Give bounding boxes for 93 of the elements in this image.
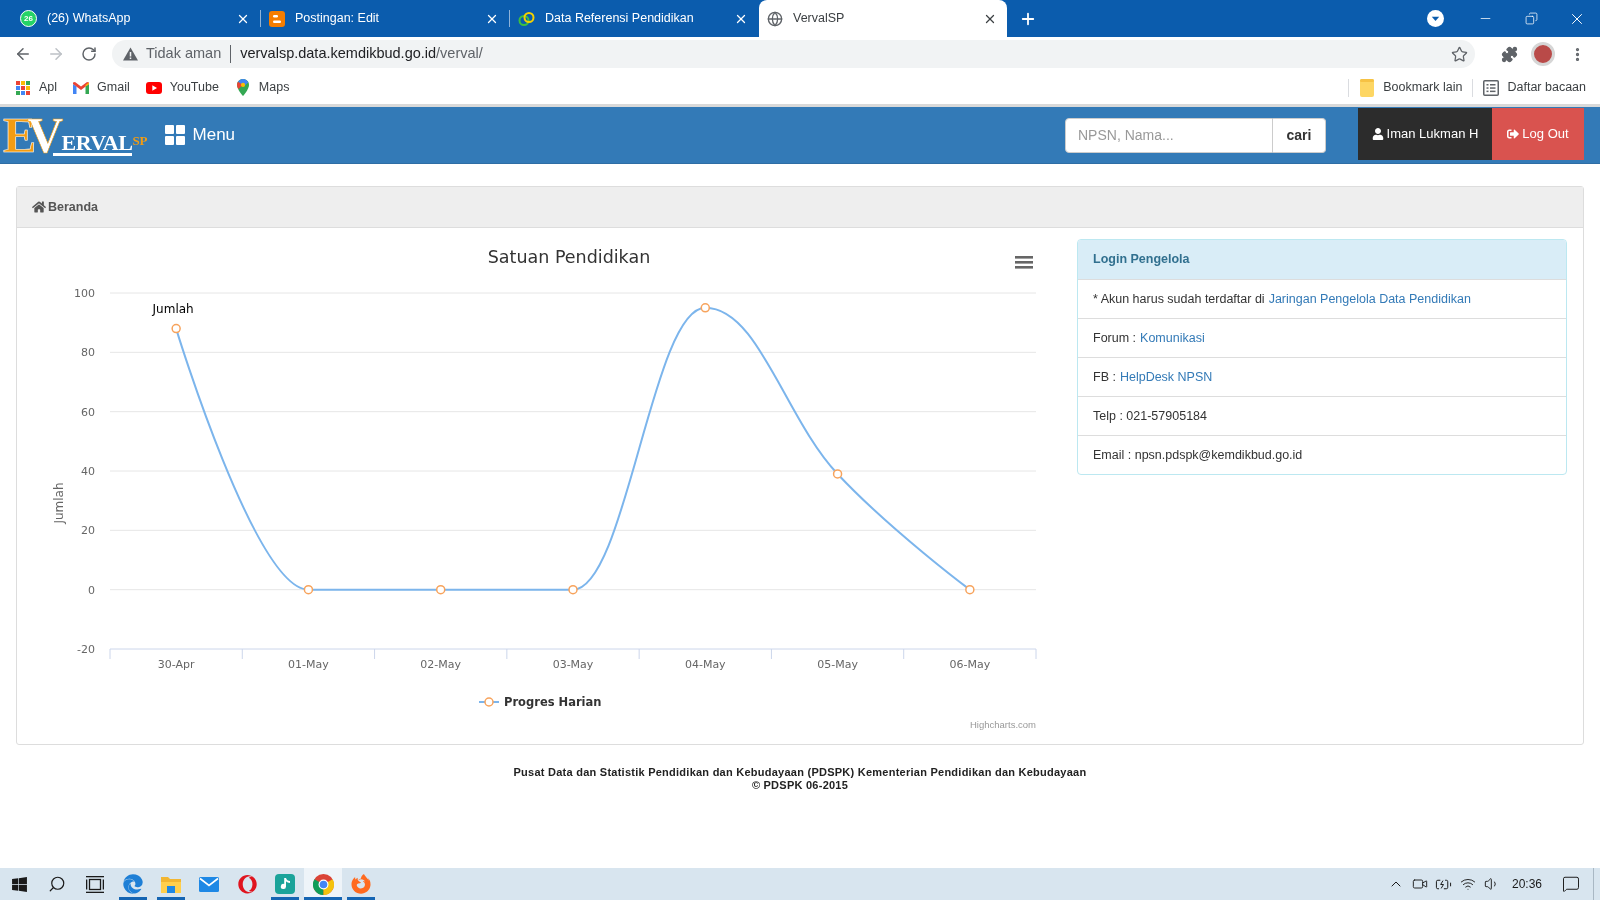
url-text[interactable]: vervalsp.data.kemdikbud.go.id/verval/ <box>240 43 483 65</box>
list-icon <box>1483 79 1500 96</box>
note-icon <box>269 10 285 27</box>
user-icon <box>1371 128 1384 140</box>
bookmark-item[interactable]: Bookmark lain <box>1351 73 1471 102</box>
y-axis-label: 40 <box>81 465 95 478</box>
x-axis-label: 04-May <box>684 658 726 671</box>
bookmark-item[interactable]: Apl <box>7 73 66 102</box>
user-button[interactable]: Iman Lukman H <box>1358 108 1492 160</box>
warning-icon[interactable] <box>123 47 138 61</box>
info-text: * Akun harus sudah terdaftar di <box>1093 290 1265 308</box>
data-point-marker <box>965 584 975 595</box>
clock-text[interactable]: 20:36 <box>1511 875 1542 893</box>
play-button-icon <box>145 81 162 94</box>
logout-button[interactable]: Log Out <box>1492 108 1584 160</box>
footer-text: © PDSPK 06-2015 <box>751 779 849 792</box>
puzzle-icon[interactable] <box>1500 45 1518 63</box>
search-icon[interactable] <box>48 875 66 893</box>
x-axis-label: 30-Apr <box>157 658 195 671</box>
browser-tab[interactable]: 26 (26) WhatsApp <box>12 0 260 37</box>
grid-icon <box>164 125 185 145</box>
x-axis-label: 05-May <box>817 658 858 671</box>
star-icon[interactable] <box>1451 45 1468 63</box>
legend-label[interactable]: Progres Harian <box>504 695 602 709</box>
y-axis-title: Jumlah <box>52 482 66 524</box>
ring-icon <box>237 874 257 894</box>
task-view-icon[interactable] <box>86 875 104 893</box>
info-link[interactable]: Komunikasi <box>1140 328 1205 348</box>
info-text: Email : npsn.pdspk@kemdikbud.go.id <box>1093 446 1303 464</box>
rings-icon <box>518 10 535 27</box>
data-point-marker <box>171 323 181 334</box>
browser-tab[interactable]: VervalSP <box>759 0 1007 37</box>
app-grid-icon <box>16 80 30 95</box>
globe-icon <box>767 10 783 27</box>
browser-tab[interactable]: Postingan: Edit <box>261 0 509 37</box>
chart-title: Satuan Pendidikan <box>487 247 651 267</box>
breadcrumb-link[interactable]: Beranda <box>32 197 99 217</box>
browser-tab[interactable]: Data Referensi Pendidikan <box>510 0 758 37</box>
y-axis-label: -20 <box>77 643 95 656</box>
y-axis-label: 100 <box>74 287 95 300</box>
y-axis-label: 0 <box>88 583 95 597</box>
search-field[interactable]: NPSN, Nama... <box>1065 117 1273 153</box>
x-axis-label: 03-May <box>552 658 594 671</box>
start-icon[interactable] <box>10 875 28 893</box>
profile-avatar[interactable] <box>1531 42 1555 66</box>
data-point-marker <box>568 584 578 595</box>
taskbar-button[interactable] <box>304 868 342 900</box>
address-bar[interactable]: Tidak aman vervalsp.data.kemdikbud.go.id/verval/ <box>112 40 1475 68</box>
bookmark-item[interactable]: Gmail <box>65 73 138 102</box>
x-axis-label: 02-May <box>420 658 462 671</box>
folder-icon <box>161 875 181 893</box>
x-axis-label: 06-May <box>949 658 991 671</box>
restore-icon[interactable] <box>1524 12 1538 25</box>
browser-icon <box>312 873 334 895</box>
info-link[interactable]: HelpDesk NPSN <box>1119 367 1213 387</box>
wifi-icon[interactable] <box>1459 876 1476 892</box>
logout-icon <box>1507 128 1520 140</box>
data-point-marker <box>700 303 711 313</box>
mail-icon <box>199 876 219 892</box>
music-note-icon <box>275 874 295 894</box>
mail-logo-icon <box>73 81 90 94</box>
browser-icon <box>123 874 143 894</box>
y-axis-label: 20 <box>81 524 95 538</box>
data-label: Jumlah <box>152 301 194 316</box>
folder-icon <box>1360 78 1375 97</box>
y-axis-label: 80 <box>81 346 95 360</box>
notification-badge: 26 <box>20 10 37 27</box>
info-text: FB : <box>1093 368 1116 386</box>
data-point-marker <box>832 469 843 479</box>
y-axis-label: 60 <box>81 405 95 419</box>
browser-icon <box>351 874 371 894</box>
camera-icon[interactable] <box>1411 876 1428 892</box>
legend-symbol-icon <box>478 697 500 707</box>
notification-icon[interactable] <box>1562 875 1580 893</box>
menu-button[interactable]: Menu <box>164 122 236 148</box>
footer-text: Pusat Data dan Statistik Pendidikan dan Kebudayaan (PDSPK) Kementerian Pendidikan dan Kebudayaan <box>513 766 1087 779</box>
map-pin-icon <box>236 79 249 96</box>
reload-icon[interactable] <box>81 46 97 62</box>
panel-heading: Login Pengelola <box>1078 240 1566 279</box>
dropdown-icon[interactable] <box>1427 10 1444 27</box>
menu-icon[interactable] <box>1015 256 1033 269</box>
info-text: Forum : <box>1093 329 1137 347</box>
x-axis-label: 01-May <box>288 658 329 671</box>
data-point-marker <box>435 584 446 595</box>
bookmark-item[interactable]: YouTube <box>137 73 227 102</box>
bookmark-item[interactable]: Maps <box>226 73 298 102</box>
info-link[interactable]: Jaringan Pengelola Data Pendidikan <box>1268 289 1471 309</box>
info-text: Telp : 021-57905184 <box>1093 407 1207 425</box>
bookmark-item[interactable]: Daftar bacaan <box>1475 73 1594 102</box>
data-point-marker <box>303 584 314 595</box>
security-label[interactable]: Tidak aman <box>146 43 222 65</box>
search-button[interactable]: cari <box>1273 117 1326 153</box>
home-icon <box>32 200 46 214</box>
